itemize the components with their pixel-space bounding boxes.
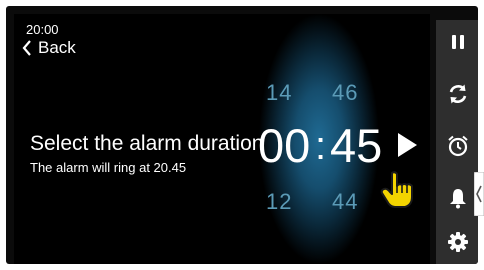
sidebar-item-refresh[interactable]: [436, 72, 478, 116]
hours-next[interactable]: 12: [266, 189, 292, 215]
prompt-title: Select the alarm duration: [30, 132, 264, 155]
hours-value[interactable]: 00: [258, 118, 310, 173]
back-button[interactable]: Back: [22, 38, 76, 58]
alarm-clock-icon: [448, 135, 468, 157]
clock-time: 20:00: [26, 22, 59, 37]
bell-icon: [450, 189, 466, 209]
refresh-icon: [449, 84, 467, 104]
sidebar: [436, 20, 478, 264]
minutes-value[interactable]: 45: [330, 118, 382, 173]
device-frame: 20:00 Back Select the alarm duration The…: [6, 6, 478, 264]
play-icon: [398, 133, 417, 157]
sidebar-item-notifications[interactable]: [436, 176, 478, 220]
sidebar-item-alarm[interactable]: [436, 124, 478, 168]
gear-icon: [448, 232, 468, 252]
panel-handle[interactable]: [474, 172, 484, 216]
time-separator: :: [315, 124, 327, 168]
main-screen: 20:00 Back Select the alarm duration The…: [14, 14, 430, 264]
minutes-prev[interactable]: 46: [332, 80, 358, 106]
sidebar-item-pause[interactable]: [436, 20, 478, 64]
pause-icon: [452, 35, 464, 49]
hours-prev[interactable]: 14: [266, 80, 292, 106]
back-label: Back: [38, 38, 76, 57]
minutes-next[interactable]: 44: [332, 189, 358, 215]
chevron-left-icon: [22, 40, 31, 56]
play-button[interactable]: [396, 132, 418, 163]
sidebar-item-settings[interactable]: [436, 220, 478, 264]
prompt-subtitle: The alarm will ring at 20.45: [30, 160, 187, 175]
pointing-hand-icon: [378, 170, 418, 215]
